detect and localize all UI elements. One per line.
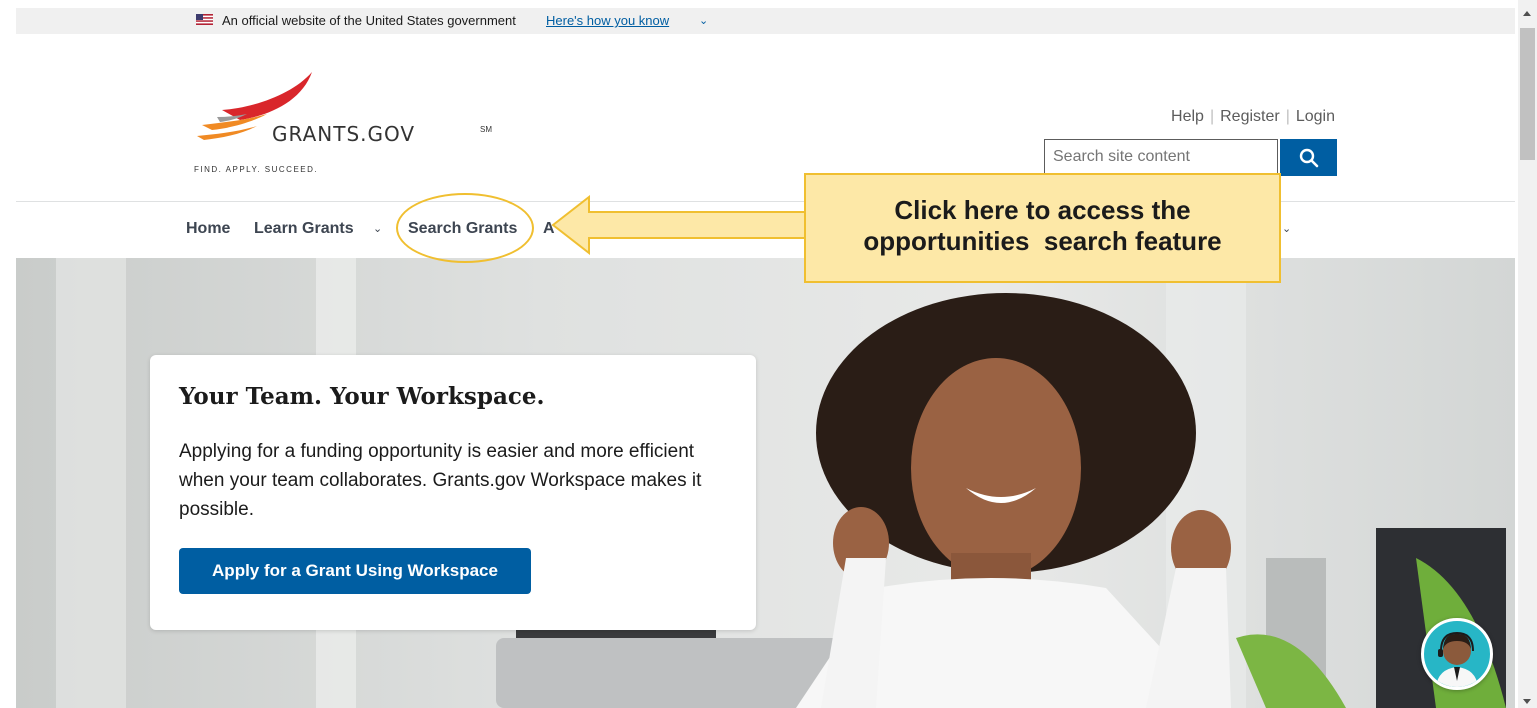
us-flag-icon xyxy=(196,14,213,25)
help-link[interactable]: Help xyxy=(1171,108,1204,125)
gov-banner: An official website of the United States… xyxy=(16,8,1515,34)
highlight-circle xyxy=(396,193,534,263)
chevron-down-icon[interactable]: ⌄ xyxy=(373,222,382,235)
chevron-down-icon[interactable]: ⌄ xyxy=(1282,222,1291,235)
search-button[interactable] xyxy=(1280,139,1337,176)
callout-line-1: Click here to access the xyxy=(894,195,1191,225)
callout-arrow-icon xyxy=(551,195,810,255)
search-icon xyxy=(1299,148,1319,168)
gov-banner-text: An official website of the United States… xyxy=(222,13,516,28)
utility-links: Help | Register | Login xyxy=(1171,108,1335,126)
chevron-down-icon[interactable]: ⌄ xyxy=(699,14,708,27)
nav-learn-grants[interactable]: Learn Grants xyxy=(254,220,354,238)
vertical-scrollbar[interactable] xyxy=(1518,0,1537,708)
login-link[interactable]: Login xyxy=(1296,108,1335,125)
logo-tagline: FIND. APPLY. SUCCEED. xyxy=(194,165,319,174)
divider: | xyxy=(1209,108,1215,125)
hero-title: Your Team. Your Workspace. xyxy=(179,383,545,410)
scroll-down-arrow-icon[interactable] xyxy=(1523,699,1531,704)
chat-assistant-button[interactable] xyxy=(1421,618,1493,690)
hero-card: Your Team. Your Workspace. Applying for … xyxy=(150,355,756,630)
nav-home[interactable]: Home xyxy=(186,220,230,238)
register-link[interactable]: Register xyxy=(1220,108,1280,125)
agent-avatar-icon xyxy=(1436,631,1478,687)
apply-workspace-button[interactable]: Apply for a Grant Using Workspace xyxy=(179,548,531,594)
scroll-up-arrow-icon[interactable] xyxy=(1523,11,1531,16)
grants-gov-logo[interactable]: GRANTS.GOV SM FIND. APPLY. SUCCEED. xyxy=(192,70,512,180)
search-input[interactable] xyxy=(1045,140,1281,173)
annotation-callout: Click here to access the opportunities s… xyxy=(804,173,1281,283)
scrollbar-thumb[interactable] xyxy=(1520,28,1535,160)
divider: | xyxy=(1285,108,1290,125)
page: An official website of the United States… xyxy=(16,0,1515,708)
logo-sm: SM xyxy=(480,125,492,134)
logo-wordmark: GRANTS.GOV xyxy=(272,122,416,146)
heres-how-you-know-link[interactable]: Here's how you know xyxy=(546,13,669,28)
callout-line-2: opportunities search feature xyxy=(863,226,1222,256)
hero-body: Applying for a funding opportunity is ea… xyxy=(179,441,702,520)
hero: Your Team. Your Workspace. Applying for … xyxy=(16,258,1515,708)
search-field[interactable] xyxy=(1044,139,1281,176)
